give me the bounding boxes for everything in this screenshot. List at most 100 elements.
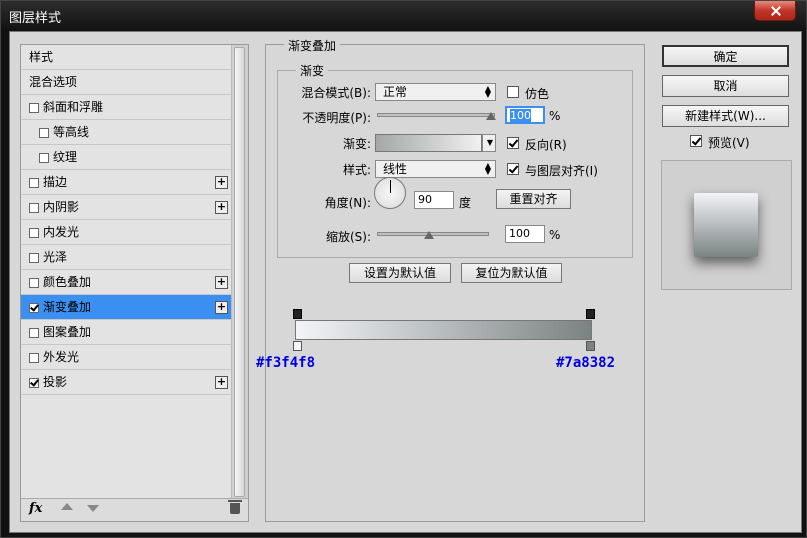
sidebar-item-checkbox[interactable]	[29, 378, 39, 388]
sidebar-item-label: 内发光	[43, 225, 80, 239]
scale-label: 缩放(S):	[325, 230, 371, 244]
sidebar-scrollbar[interactable]	[231, 45, 248, 501]
sidebar-item-checkbox[interactable]	[29, 228, 39, 238]
cancel-button[interactable]: 取消	[662, 75, 789, 97]
sidebar-item[interactable]: 外发光	[21, 345, 232, 370]
sidebar-item-label: 投影	[43, 375, 68, 389]
gradient-label: 渐变:	[342, 137, 371, 151]
sidebar-item-checkbox[interactable]	[39, 128, 49, 138]
sidebar-item-label: 等高线	[53, 125, 90, 139]
sidebar-item-checkbox[interactable]	[29, 278, 39, 288]
sidebar-item-checkbox[interactable]	[29, 203, 39, 213]
opacity-slider-thumb[interactable]	[486, 112, 496, 120]
preview-label: 预览(V)	[708, 136, 750, 150]
chevron-updown-icon: ▲ ▼	[484, 84, 491, 99]
ok-button[interactable]: 确定	[662, 45, 789, 67]
gradient-picker-button[interactable]: ▼	[482, 134, 496, 152]
new-style-button[interactable]: 新建样式(W)...	[662, 105, 789, 127]
sidebar-item-label: 描边	[43, 175, 68, 189]
sidebar-item[interactable]: 内阴影 +	[21, 195, 232, 220]
preview-swatch	[694, 193, 758, 257]
close-button[interactable]	[754, 1, 796, 21]
sidebar-item-label: 混合选项	[29, 75, 78, 89]
sidebar-item-checkbox[interactable]	[29, 103, 39, 113]
trash-icon[interactable]	[228, 500, 242, 514]
opacity-input[interactable]: 100	[505, 106, 545, 124]
sidebar-item-checkbox[interactable]	[29, 328, 39, 338]
preview-checkbox[interactable]	[690, 135, 702, 147]
sidebar-item-checkbox[interactable]	[29, 353, 39, 363]
reset-default-button[interactable]: 复位为默认值	[461, 263, 562, 283]
sidebar-item[interactable]: 内发光	[21, 220, 232, 245]
sidebar-item-label: 光泽	[43, 250, 68, 264]
gradient-group: 渐变 混合模式(B): 正常 ▲ ▼ 仿色 不透明度(P): 100 % 渐变: …	[277, 62, 633, 258]
scale-unit: %	[549, 228, 561, 242]
sidebar-item-label: 纹理	[53, 150, 78, 164]
angle-dial[interactable]	[374, 177, 406, 209]
style-label: 样式:	[342, 163, 371, 177]
sidebar-footer: fx	[21, 498, 248, 521]
sidebar-item-checkbox[interactable]	[29, 303, 39, 313]
color-stop-right[interactable]	[586, 341, 595, 351]
add-effect-icon[interactable]: +	[215, 376, 228, 389]
opacity-stop-right[interactable]	[586, 309, 595, 319]
opacity-slider[interactable]	[377, 112, 496, 120]
chevron-down-icon: ▼	[486, 138, 493, 147]
angle-label: 角度(N):	[324, 196, 371, 210]
sidebar-item[interactable]: 等高线	[21, 120, 232, 145]
dither-checkbox[interactable]	[507, 86, 519, 98]
style-select[interactable]: 线性 ▲ ▼	[375, 160, 496, 178]
reverse-checkbox[interactable]	[507, 137, 519, 149]
add-effect-icon[interactable]: +	[215, 276, 228, 289]
sidebar-item[interactable]: 投影 +	[21, 370, 232, 395]
sidebar-item[interactable]: 颜色叠加 +	[21, 270, 232, 295]
opacity-stop-left[interactable]	[293, 309, 302, 319]
gradient-swatch[interactable]	[375, 134, 482, 152]
sidebar-item-label: 图案叠加	[43, 325, 92, 339]
sidebar-item[interactable]: 光泽	[21, 245, 232, 270]
sidebar-item[interactable]: 斜面和浮雕	[21, 95, 232, 120]
add-effect-icon[interactable]: +	[215, 176, 228, 189]
sidebar-item-checkbox[interactable]	[29, 178, 39, 188]
sidebar-item[interactable]: 图案叠加	[21, 320, 232, 345]
title-bar[interactable]: 图层样式	[1, 1, 806, 31]
sidebar-item-checkbox[interactable]	[29, 253, 39, 263]
opacity-label: 不透明度(P):	[302, 111, 371, 125]
add-effect-icon[interactable]: +	[215, 201, 228, 214]
sidebar-item-checkbox[interactable]	[39, 153, 49, 163]
opacity-value: 100	[510, 109, 531, 122]
move-up-icon[interactable]	[61, 503, 73, 510]
scale-slider[interactable]	[377, 231, 489, 239]
sidebar-item-label: 斜面和浮雕	[43, 100, 104, 114]
scale-slider-thumb[interactable]	[423, 231, 434, 239]
move-down-icon[interactable]	[87, 505, 99, 512]
sidebar-item-label: 颜色叠加	[43, 275, 92, 289]
sidebar-item[interactable]: 纹理	[21, 145, 232, 170]
blend-mode-label: 混合模式(B):	[301, 86, 371, 100]
dialog-window: 图层样式 样式 混合选项 斜面和浮雕 等高线 纹理 描边 + 内阴影 + 内发光 光泽 颜色叠加 + 渐变…	[0, 0, 807, 538]
group-title: 渐变	[296, 62, 329, 79]
align-with-layer-checkbox[interactable]	[507, 163, 519, 175]
sidebar-item[interactable]: 样式	[21, 45, 232, 70]
gradient-overlay-panel: 渐变叠加 渐变 混合模式(B): 正常 ▲ ▼ 仿色 不透明度(P): 100 %…	[256, 37, 645, 522]
sidebar-item[interactable]: 描边 +	[21, 170, 232, 195]
dialog-body: 样式 混合选项 斜面和浮雕 等高线 纹理 描边 + 内阴影 + 内发光 光泽 颜色叠加 + 渐变叠加 + 图案…	[9, 31, 802, 533]
sidebar-item-label: 样式	[29, 50, 54, 64]
add-effect-icon[interactable]: +	[215, 301, 228, 314]
fx-button[interactable]: fx	[29, 501, 42, 516]
blend-mode-select[interactable]: 正常 ▲ ▼	[375, 83, 496, 101]
scale-input[interactable]: 100	[505, 225, 545, 243]
chevron-updown-icon: ▲ ▼	[484, 161, 491, 176]
make-default-button[interactable]: 设置为默认值	[349, 263, 451, 283]
styles-list: 样式 混合选项 斜面和浮雕 等高线 纹理 描边 + 内阴影 + 内发光 光泽 颜色叠加 + 渐变叠加 + 图案…	[21, 45, 232, 395]
scrollbar-thumb[interactable]	[234, 47, 245, 497]
sidebar-item[interactable]: 混合选项	[21, 70, 232, 95]
color-stop-left[interactable]	[293, 341, 302, 351]
sidebar-item-label: 外发光	[43, 350, 80, 364]
reset-alignment-button[interactable]: 重置对齐	[496, 189, 571, 209]
blend-mode-value: 正常	[383, 85, 408, 99]
sidebar-item[interactable]: 渐变叠加 +	[21, 295, 232, 320]
angle-input[interactable]: 90	[414, 191, 454, 209]
gradient-bar[interactable]	[295, 320, 592, 340]
reverse-label: 反向(R)	[525, 138, 567, 152]
